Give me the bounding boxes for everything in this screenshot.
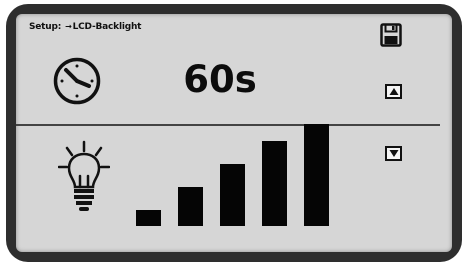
brightness-level-meter (136, 124, 329, 226)
brightness-bar-4[interactable] (262, 141, 287, 226)
light-bulb-icon (58, 140, 110, 211)
header-title: LCD-Backlight (72, 22, 142, 32)
up-arrow-icon (389, 88, 399, 95)
backlight-timeout-value: 60s (183, 58, 257, 101)
decrease-button[interactable] (385, 146, 402, 161)
brightness-bar-2[interactable] (178, 187, 203, 226)
brightness-bar-3[interactable] (220, 164, 245, 226)
increase-button[interactable] (385, 84, 402, 99)
brightness-bar-5[interactable] (304, 124, 329, 226)
brightness-bar-1[interactable] (136, 210, 161, 226)
down-arrow-icon (389, 150, 399, 157)
save-disk-icon[interactable] (380, 23, 402, 47)
header-prefix: Setup: (29, 22, 62, 32)
screen-header: Setup: →LCD-Backlight (29, 22, 141, 32)
clock-icon (53, 57, 101, 105)
header-arrow: → (65, 22, 72, 31)
